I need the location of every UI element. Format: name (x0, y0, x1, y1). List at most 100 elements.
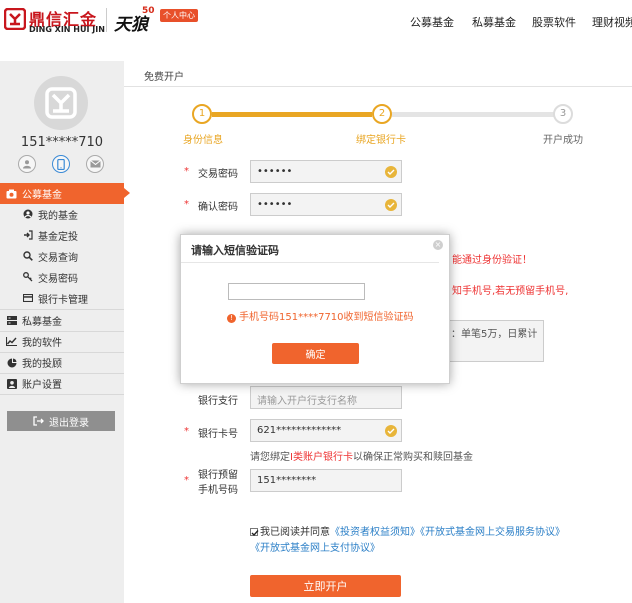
error-icon: ! (227, 314, 236, 323)
sidebar-section-account-settings[interactable]: 账户设置 (0, 373, 124, 394)
key-icon (22, 272, 33, 283)
sms-error-text: 手机号码151****7710收到短信验证码 (239, 312, 414, 323)
trade-password-input[interactable]: •••••• (250, 160, 402, 183)
server-icon (6, 315, 17, 326)
credit-card-icon (22, 293, 33, 304)
nav-public-fund[interactable]: 公募基金 (410, 14, 454, 30)
sidebar-section-label: 私募基金 (22, 317, 62, 328)
step-2-label: 绑定银行卡 (356, 135, 406, 146)
required-mark: * (184, 166, 189, 177)
card-hint-highlight: I类账户银行卡 (290, 452, 353, 463)
line-chart-icon (6, 336, 17, 347)
sidebar-item-label: 交易密码 (38, 273, 78, 285)
mobile-phone-icon[interactable] (52, 155, 70, 173)
page-title: 免费开户 (124, 61, 632, 87)
card-hint-prefix: 请您绑定 (250, 452, 290, 463)
camera-icon (6, 188, 17, 199)
reserved-phone-input[interactable]: 151******** (250, 469, 402, 492)
sidebar-item-trade-password[interactable]: 交易密码 (0, 267, 124, 287)
user-phone: 151*****710 (20, 135, 104, 150)
sidebar: 151*****710 公募基金 我的基金 基金定投 交易查询 交易密码 银行卡… (0, 61, 130, 603)
sidebar-item-my-fund[interactable]: 我的基金 (0, 204, 124, 224)
sidebar-section-public-fund[interactable]: 公募基金 (0, 183, 130, 204)
logout-label: 退出登录 (49, 417, 89, 429)
nav-private-fund[interactable]: 私募基金 (472, 14, 516, 30)
pie-chart-icon (6, 357, 17, 368)
check-icon (385, 166, 397, 178)
brand-logo-mark-icon (4, 8, 26, 30)
step-progress-todo (392, 112, 554, 117)
open-account-button[interactable]: 立即开户 (250, 575, 401, 597)
card-number-input[interactable]: 621************* (250, 419, 402, 442)
reserved-phone-label-line2: 手机号码 (198, 485, 238, 496)
step-3-label: 开户成功 (543, 135, 583, 146)
logout-button[interactable]: 退出登录 (7, 411, 115, 431)
required-mark: * (184, 199, 189, 210)
top-header: 鼎信汇金 DING XIN HUI JIN 天狼 50 个人中心 公募基金 私募… (0, 0, 632, 42)
sidebar-section-label: 账户设置 (22, 380, 62, 391)
check-icon (385, 199, 397, 211)
step-3-marker: 3 (553, 104, 573, 124)
brand-name-en: DING XIN HUI JIN (29, 25, 105, 34)
sign-in-icon (22, 230, 33, 241)
phone-notice: 知手机号,若无预留手机号, (452, 286, 569, 297)
partner-logo: 天狼 50 个人中心 (114, 6, 204, 36)
required-mark: * (184, 475, 189, 486)
card-number-value: 621************* (257, 425, 342, 436)
sidebar-section-label: 我的投顾 (22, 359, 62, 370)
sidebar-item-fund-investment-plan[interactable]: 基金定投 (0, 225, 124, 245)
user-box-icon (6, 378, 17, 389)
user-center-badge[interactable]: 个人中心 (160, 9, 198, 22)
step-2-marker: 2 (372, 104, 392, 124)
check-icon (385, 425, 397, 437)
sms-error-message: ! 手机号码151****7710收到短信验证码 (227, 308, 414, 323)
agreement-link-investor-rights[interactable]: 《投资者权益须知》 (330, 527, 420, 538)
bank-branch-label: 银行支行 (198, 396, 238, 407)
sidebar-section-my-software[interactable]: 我的软件 (0, 331, 124, 352)
agree-checkbox[interactable] (250, 528, 259, 537)
reserved-phone-value: 151******** (257, 475, 317, 486)
card-number-label: 银行卡号 (198, 429, 238, 440)
bank-branch-input[interactable]: 请输入开户行支行名称 (250, 386, 402, 409)
confirm-password-value: •••••• (257, 199, 293, 210)
sidebar-item-label: 我的基金 (38, 210, 78, 222)
close-icon[interactable]: × (433, 240, 443, 250)
sidebar-section-label: 公募基金 (22, 190, 62, 201)
user-circle-icon (22, 209, 33, 220)
sidebar-item-label: 银行卡管理 (38, 294, 88, 306)
sms-code-input[interactable] (228, 283, 365, 300)
dialog-divider (181, 262, 439, 263)
trade-password-value: •••••• (257, 166, 293, 177)
verify-notice: 能通过身份验证！ (452, 255, 532, 266)
email-icon[interactable] (86, 155, 104, 173)
confirm-password-input[interactable]: •••••• (250, 193, 402, 216)
sidebar-item-trade-query[interactable]: 交易查询 (0, 246, 124, 266)
agreement-prefix: 我已阅读并同意 (260, 527, 330, 538)
search-icon (22, 251, 33, 262)
agreement-link-trade-service[interactable]: 《开放式基金网上交易服务协议》 (420, 527, 565, 538)
confirm-password-label: 确认密码 (198, 202, 238, 213)
dialog-title: 请输入短信验证码 (191, 244, 279, 257)
avatar-logo-icon (45, 87, 77, 119)
sidebar-section-my-advisor[interactable]: 我的投顾 (0, 352, 124, 373)
avatar[interactable] (34, 76, 88, 130)
sidebar-section-private-fund[interactable]: 私募基金 (0, 310, 124, 331)
bank-branch-placeholder: 请输入开户行支行名称 (257, 396, 357, 407)
confirm-button[interactable]: 确定 (272, 343, 359, 364)
partner-number: 50 (142, 6, 155, 16)
nav-finance-video[interactable]: 理财视频 (592, 14, 632, 30)
sidebar-item-label: 基金定投 (38, 231, 78, 243)
logo-divider (106, 8, 107, 32)
card-hint-suffix: 以确保正常购买和赎回基金 (352, 452, 473, 463)
reserved-phone-label-line1: 银行预留 (198, 470, 238, 481)
user-profile-icon[interactable] (18, 155, 36, 173)
sms-code-dialog: 请输入短信验证码 × ! 手机号码151****7710收到短信验证码 确定 (180, 234, 450, 384)
sidebar-section-label: 我的软件 (22, 338, 62, 349)
brand-logo[interactable]: 鼎信汇金 DING XIN HUI JIN (0, 5, 105, 37)
card-hint: 请您绑定I类账户银行卡以确保正常购买和赎回基金 (250, 448, 473, 463)
sidebar-item-bank-card-manage[interactable]: 银行卡管理 (0, 288, 124, 308)
required-mark: * (184, 426, 189, 437)
agreement-link-payment[interactable]: 《开放式基金网上支付协议》 (250, 543, 380, 554)
limit-info-box: ：单笔5万，日累计 (440, 320, 544, 362)
nav-stock-software[interactable]: 股票软件 (532, 14, 576, 30)
